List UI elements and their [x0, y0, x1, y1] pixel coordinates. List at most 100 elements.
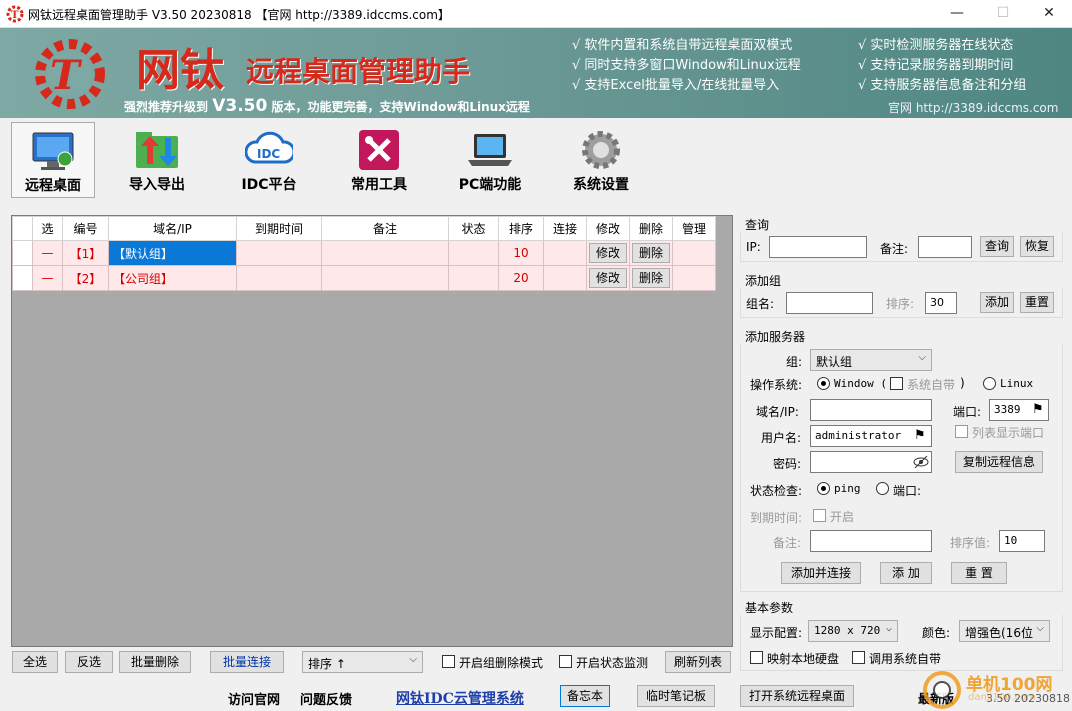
add-group-button[interactable]: 添加	[980, 292, 1014, 313]
maximize-button[interactable]: ☐	[980, 0, 1026, 28]
edit-button[interactable]: 修改	[589, 243, 627, 263]
edit-button[interactable]: 修改	[589, 268, 627, 288]
host-input[interactable]	[810, 399, 932, 421]
row-select-cell[interactable]: —	[32, 265, 63, 291]
use-system-rdp-checkbox[interactable]	[852, 651, 865, 664]
row-name-cell[interactable]: 【默认组】	[108, 240, 237, 266]
row-name-cell[interactable]: 【公司组】	[108, 265, 237, 291]
column-header-edit[interactable]: 修改	[586, 216, 630, 241]
sort-select[interactable]: 排序 ↑ ⌵	[302, 651, 423, 673]
flag-icon[interactable]: ⚑	[914, 428, 926, 443]
column-header-host[interactable]: 域名/IP	[108, 216, 237, 241]
column-header-note[interactable]: 备注	[321, 216, 449, 241]
system-builtin-label: 系统自带	[907, 378, 956, 392]
select-all-button[interactable]: 全选	[12, 651, 58, 673]
reset-server-button[interactable]: 重 置	[951, 562, 1007, 584]
tool-remote-desktop[interactable]: 远程桌面	[11, 122, 95, 198]
port-label: 端口:	[953, 405, 982, 419]
batch-delete-button[interactable]: 批量删除	[119, 651, 191, 673]
delete-button[interactable]: 删除	[632, 268, 670, 288]
server-group-label: 组:	[786, 355, 803, 369]
table-row[interactable]: — 【2】 【公司组】 20 修改 删除	[12, 265, 716, 291]
refresh-list-button[interactable]: 刷新列表	[665, 651, 731, 673]
map-local-disk-checkbox[interactable]	[750, 651, 763, 664]
delete-button[interactable]: 删除	[632, 243, 670, 263]
tool-system-settings[interactable]: 系统设置	[559, 122, 643, 198]
tools-icon	[359, 130, 399, 170]
feedback-link[interactable]: 问题反馈	[300, 689, 352, 708]
temp-notepad-button[interactable]: 临时笔记板	[637, 685, 715, 707]
feature-item: √ 实时检测服务器在线状态	[858, 38, 1014, 53]
column-header-status[interactable]: 状态	[448, 216, 499, 241]
check-port-radio[interactable]	[876, 482, 889, 495]
row-note-cell	[321, 240, 449, 266]
banner: T 网钛 远程桌面管理助手 强烈推荐升级到 V3.50 版本，功能更完善，支持W…	[0, 28, 1072, 118]
row-select-cell[interactable]: —	[32, 240, 63, 266]
query-ip-input[interactable]	[769, 236, 867, 258]
feature-item: √ 支持Excel批量导入/在线批量导入	[572, 78, 780, 93]
table-row[interactable]: — 【1】 【默认组】 10 修改 删除	[12, 240, 716, 266]
os-window-radio[interactable]	[817, 377, 830, 390]
reset-group-button[interactable]: 重置	[1020, 292, 1054, 313]
server-order-input[interactable]: 10	[999, 530, 1045, 552]
column-header-connect[interactable]: 连接	[543, 216, 587, 241]
row-manage-cell	[672, 240, 716, 266]
tool-import-export[interactable]: 导入导出	[115, 122, 199, 198]
row-indicator	[12, 265, 33, 291]
server-note-input[interactable]	[810, 530, 932, 552]
os-linux-radio[interactable]	[983, 377, 996, 390]
invert-selection-button[interactable]: 反选	[65, 651, 113, 673]
tool-common-tools[interactable]: 常用工具	[337, 122, 421, 198]
close-button[interactable]: ✕	[1026, 0, 1072, 28]
check-ping-label: ping	[834, 482, 861, 495]
group-order-input[interactable]: 30	[925, 292, 957, 314]
system-builtin-checkbox[interactable]	[890, 377, 903, 390]
official-site-link[interactable]: 官网 http://3389.idccms.com	[888, 99, 1058, 116]
show-port-checkbox[interactable]	[955, 425, 968, 438]
column-header-expire[interactable]: 到期时间	[236, 216, 322, 241]
restore-button[interactable]: 恢复	[1020, 236, 1054, 257]
eye-hidden-icon[interactable]	[913, 455, 929, 469]
server-group-select[interactable]: 默认组 ⌵	[810, 349, 932, 371]
column-header-order[interactable]: 排序	[498, 216, 544, 241]
resolution-select[interactable]: 1280 x 720 ⌵	[808, 620, 898, 642]
query-title: 查询	[745, 218, 770, 232]
column-header-delete[interactable]: 删除	[629, 216, 673, 241]
expire-enable-checkbox[interactable]	[813, 509, 826, 522]
row-delete-cell: 删除	[629, 240, 673, 266]
copy-remote-info-button[interactable]: 复制远程信息	[955, 451, 1043, 473]
feature-item: √ 支持记录服务器到期时间	[858, 58, 1014, 73]
minimize-button[interactable]: —	[934, 0, 980, 28]
status-monitor-checkbox[interactable]	[559, 655, 572, 668]
query-note-input[interactable]	[918, 236, 972, 258]
open-system-rdp-button[interactable]: 打开系统远程桌面	[740, 685, 854, 707]
folder-arrows-icon	[136, 132, 178, 168]
color-depth-select[interactable]: 增强色(16位 ⌵	[959, 620, 1050, 642]
os-window-label: Window (	[834, 377, 887, 390]
visit-site-link[interactable]: 访问官网	[228, 689, 280, 708]
tool-idc-platform[interactable]: IDC IDC平台	[227, 122, 311, 198]
add-and-connect-button[interactable]: 添加并连接	[781, 562, 861, 584]
flag-icon[interactable]: ⚑	[1032, 402, 1044, 417]
memo-button[interactable]: 备忘本	[560, 685, 610, 707]
title-bar: T 网钛远程桌面管理助手 V3.50 20230818 【官网 http://3…	[0, 0, 1072, 28]
check-ping-radio[interactable]	[817, 482, 830, 495]
query-note-label: 备注:	[880, 242, 909, 256]
watermark-logo-icon	[923, 671, 961, 709]
group-name-input[interactable]	[786, 292, 873, 314]
username-label: 用户名:	[761, 431, 802, 445]
batch-connect-button[interactable]: 批量连接	[210, 651, 284, 673]
query-button[interactable]: 查询	[980, 236, 1014, 257]
idc-cloud-system-link[interactable]: 网钛IDC云管理系统	[396, 688, 524, 708]
row-delete-cell: 删除	[629, 265, 673, 291]
column-header-select[interactable]: 选	[32, 216, 63, 241]
brand-logo-icon: T	[35, 39, 105, 109]
add-server-title: 添加服务器	[745, 330, 806, 344]
column-header-manage[interactable]: 管理	[672, 216, 716, 241]
row-status-cell	[448, 240, 499, 266]
group-delete-mode-checkbox[interactable]	[442, 655, 455, 668]
column-header-id[interactable]: 编号	[62, 216, 109, 241]
show-port-label: 列表显示端口	[972, 426, 1045, 440]
tool-pc-functions[interactable]: PC端功能	[448, 122, 532, 198]
add-server-button[interactable]: 添 加	[880, 562, 932, 584]
